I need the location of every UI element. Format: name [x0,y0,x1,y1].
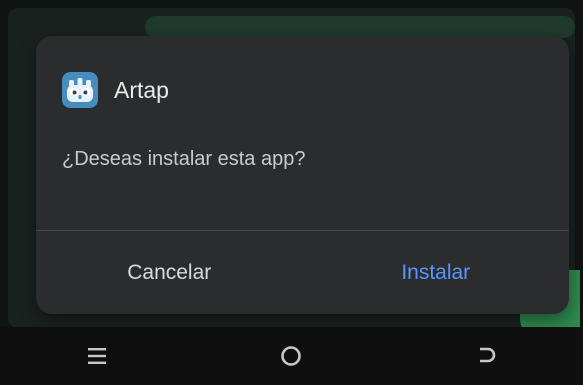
install-dialog: Artap ¿Deseas instalar esta app? Cancela… [36,36,569,314]
godot-icon [62,72,98,108]
cancel-button[interactable]: Cancelar [36,232,303,314]
home-icon [281,346,302,366]
recents-button[interactable] [67,334,127,378]
system-navigation-bar [0,327,583,385]
home-button[interactable] [261,334,321,378]
app-name: Artap [114,76,169,103]
dialog-divider [36,230,569,231]
dialog-header: Artap [62,72,169,108]
dialog-actions: Cancelar Instalar [36,232,569,314]
install-button[interactable]: Instalar [303,232,570,314]
back-button[interactable] [456,334,516,378]
dialog-message: ¿Deseas instalar esta app? [62,148,306,170]
recents-icon [88,348,107,364]
back-icon [479,347,496,363]
background-message-bubble [145,16,575,38]
